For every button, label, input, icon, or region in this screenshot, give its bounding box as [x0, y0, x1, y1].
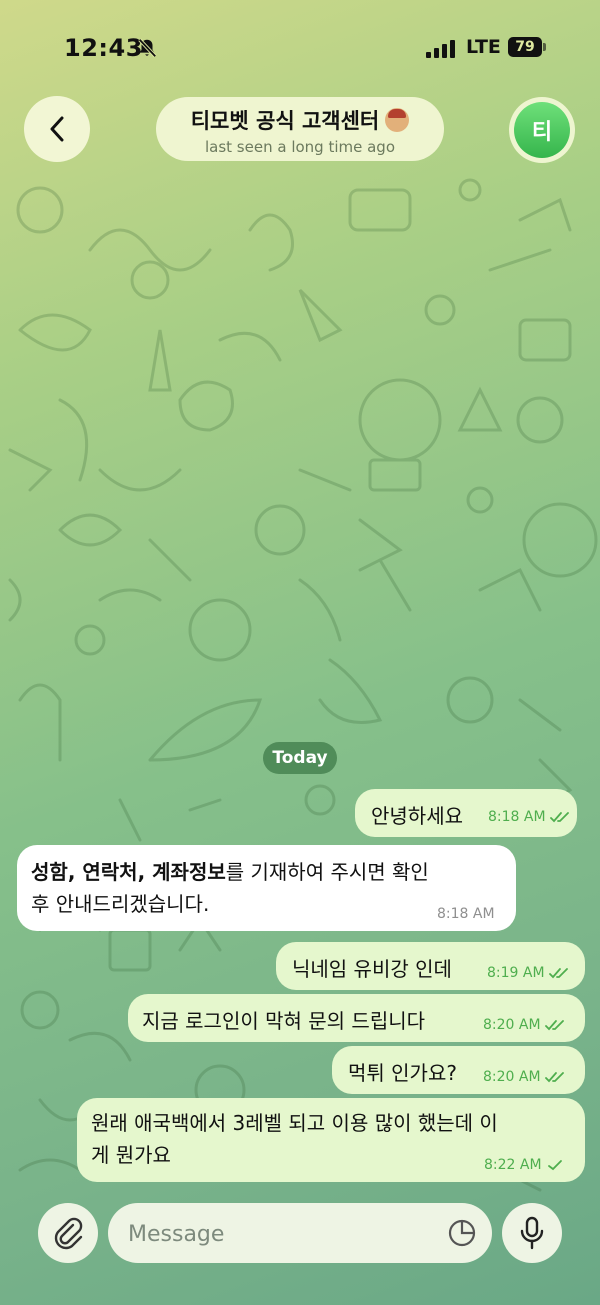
microphone-button[interactable]	[502, 1203, 562, 1263]
message-time: 8:22 AM	[484, 1157, 542, 1173]
message-meta: 8:18 AM	[488, 809, 572, 825]
double-check-icon	[549, 812, 569, 823]
attach-button[interactable]	[38, 1203, 98, 1263]
status-time: 12:43	[64, 34, 143, 62]
double-check-icon	[544, 1020, 564, 1031]
message-input-container[interactable]	[108, 1203, 492, 1265]
double-check-icon	[548, 968, 568, 979]
status-bar: 12:43 LTE 79	[0, 0, 600, 90]
double-check-icon	[544, 1072, 564, 1083]
chat-title: 티모벳 공식 고객센터	[190, 109, 380, 133]
message-bold-sep: ,	[137, 860, 153, 884]
message-bold-sep: ,	[67, 860, 83, 884]
sticker-icon	[448, 1219, 476, 1247]
message-text: 지금 로그인이 막혀 문의 드립니다	[142, 1009, 426, 1033]
battery-level: 79	[515, 39, 535, 55]
message-bubble-outgoing[interactable]: 안녕하세요 8:18 AM	[355, 789, 577, 837]
chat-subtitle: last seen a long time ago	[204, 138, 396, 156]
paperclip-icon	[54, 1217, 83, 1250]
bell-slash-icon	[138, 38, 157, 58]
microphone-icon	[520, 1216, 544, 1250]
cell-signal-icon	[426, 38, 455, 58]
sticker-button[interactable]	[446, 1217, 478, 1249]
avatar: 티	[514, 102, 570, 158]
message-meta: 8:20 AM	[483, 1069, 567, 1085]
message-text-rest: 를 기재하여 주시면 확인	[225, 860, 429, 884]
message-time: 8:18 AM	[437, 906, 495, 922]
message-text-line2: 게 뭔가요	[91, 1143, 171, 1167]
message-text-line2: 후 안내드리겠습니다.	[31, 892, 210, 916]
message-bold-contact: 연락처	[82, 860, 138, 884]
message-meta: 8:22 AM	[484, 1157, 568, 1173]
message-bold-account: 계좌정보	[152, 860, 226, 884]
message-meta: 8:20 AM	[483, 1017, 567, 1033]
message-time: 8:20 AM	[483, 1017, 541, 1033]
message-bubble-outgoing[interactable]: 지금 로그인이 막혀 문의 드립니다 8:20 AM	[128, 994, 585, 1042]
message-text: 먹튀 인가요?	[348, 1061, 457, 1085]
chat-header[interactable]: 티모벳 공식 고객센터 last seen a long time ago	[156, 97, 444, 161]
message-time: 8:20 AM	[483, 1069, 541, 1085]
character-emoji-icon	[385, 108, 410, 132]
message-time: 8:18 AM	[488, 809, 546, 825]
single-check-icon	[547, 1160, 562, 1171]
network-type: LTE	[466, 36, 501, 58]
message-text: 닉네임 유비강 인데	[292, 957, 452, 981]
message-time: 8:19 AM	[487, 965, 545, 981]
message-input[interactable]	[126, 1203, 430, 1265]
message-bubble-incoming[interactable]: 성함, 연락처, 계좌정보를 기재하여 주시면 확인 후 안내드리겠습니다. 8…	[17, 845, 516, 931]
message-text-line1: 원래 애국백에서 3레벨 되고 이용 많이 했는데 이	[91, 1111, 498, 1135]
message-bubble-outgoing[interactable]: 닉네임 유비강 인데 8:19 AM	[276, 942, 585, 990]
message-bubble-outgoing[interactable]: 먹튀 인가요? 8:20 AM	[332, 1046, 585, 1094]
message-bubble-outgoing[interactable]: 원래 애국백에서 3레벨 되고 이용 많이 했는데 이 게 뭔가요 8:22 A…	[77, 1098, 585, 1182]
chevron-left-icon	[50, 116, 64, 142]
message-meta: 8:19 AM	[487, 965, 571, 981]
message-text: 안녕하세요	[371, 804, 463, 828]
date-separator: Today	[263, 742, 337, 774]
message-bold-name: 성함	[31, 860, 68, 884]
battery-icon: 79	[508, 37, 546, 57]
back-button[interactable]	[24, 96, 90, 162]
avatar-button[interactable]: 티	[509, 97, 575, 163]
